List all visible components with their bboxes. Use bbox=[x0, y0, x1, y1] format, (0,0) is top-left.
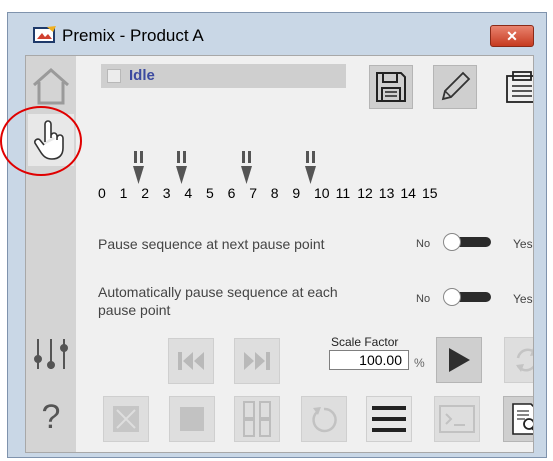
sequence-number: 2 bbox=[141, 185, 149, 201]
split-icon bbox=[243, 401, 271, 437]
save-button[interactable] bbox=[369, 65, 413, 109]
status-text: Idle bbox=[129, 67, 155, 84]
red-annotation-circle bbox=[0, 106, 82, 176]
undo-button[interactable] bbox=[301, 396, 347, 442]
pause-marker-icon[interactable] bbox=[132, 150, 145, 186]
scale-factor-label: Scale Factor bbox=[331, 335, 399, 349]
sequence-number: 0 bbox=[98, 185, 106, 201]
pause-marker-icon[interactable] bbox=[305, 150, 317, 186]
sequence-number: 9 bbox=[292, 185, 301, 201]
option-auto-pause-label-1: Automatically pause sequence at each bbox=[98, 284, 338, 300]
stop-button[interactable] bbox=[169, 396, 215, 442]
terminal-icon bbox=[439, 405, 475, 433]
sequence-number: 12 bbox=[357, 185, 373, 201]
refresh-icon bbox=[516, 348, 533, 372]
main-area: Idle Pause sequence at next pause point … bbox=[76, 56, 533, 452]
pause-marker-icon[interactable] bbox=[240, 150, 253, 186]
option-pause-next-toggle[interactable] bbox=[441, 233, 493, 251]
terminal-button[interactable] bbox=[434, 396, 480, 442]
sequence-number: 14 bbox=[400, 185, 416, 201]
pencil-icon bbox=[441, 71, 471, 101]
sequence-number: 15 bbox=[422, 185, 438, 201]
option-auto-pause-no: No bbox=[416, 293, 431, 305]
home-icon bbox=[33, 67, 69, 105]
option-auto-pause-label-2: pause point bbox=[98, 302, 171, 318]
reset-button[interactable] bbox=[504, 337, 533, 383]
sequence-number: 4 bbox=[184, 185, 193, 201]
pause-button[interactable] bbox=[234, 396, 280, 442]
option-pause-next-no: No bbox=[416, 238, 431, 250]
sequence-number: 13 bbox=[378, 185, 395, 201]
option-pause-next-label: Pause sequence at next pause point bbox=[98, 236, 325, 252]
report-search-icon bbox=[512, 403, 533, 435]
home-button[interactable] bbox=[28, 62, 74, 110]
menu-button[interactable] bbox=[366, 396, 412, 442]
sequence-number: 7 bbox=[249, 185, 257, 201]
rewind-button[interactable] bbox=[168, 338, 214, 384]
help-button[interactable]: ? bbox=[28, 392, 74, 442]
skip-back-icon bbox=[178, 352, 204, 370]
option-auto-pause-toggle[interactable] bbox=[441, 288, 493, 306]
stop-icon bbox=[180, 407, 204, 431]
settings-button[interactable] bbox=[28, 332, 74, 376]
report-button[interactable] bbox=[503, 396, 533, 442]
status-indicator bbox=[107, 69, 121, 83]
sequence-number: 5 bbox=[206, 185, 214, 201]
play-icon bbox=[449, 348, 470, 372]
edit-button[interactable] bbox=[433, 65, 477, 109]
sequence-number: 8 bbox=[270, 185, 279, 201]
premix-window: Premix - Product A ✕ ? Idle Pause sequen… bbox=[7, 12, 547, 458]
sequence-number: 6 bbox=[227, 185, 236, 201]
option-pause-next-yes: Yes bbox=[513, 237, 533, 251]
content-panel: ? Idle Pause sequence at next pause poin… bbox=[25, 55, 534, 453]
menu-icon bbox=[372, 406, 406, 432]
sequence-number: 11 bbox=[335, 185, 351, 201]
scale-factor-input[interactable]: 100.00 bbox=[329, 350, 409, 370]
undo-icon bbox=[312, 407, 337, 433]
start-button[interactable] bbox=[436, 337, 482, 383]
option-auto-pause-yes: Yes bbox=[513, 292, 533, 306]
forward-button[interactable] bbox=[234, 338, 280, 384]
title-bar: Premix - Product A ✕ bbox=[8, 13, 546, 53]
sliders-icon bbox=[34, 339, 68, 369]
skip-forward-icon bbox=[244, 352, 270, 370]
abort-button[interactable] bbox=[103, 396, 149, 442]
scale-factor-unit: % bbox=[414, 356, 425, 370]
clipboard-button[interactable] bbox=[500, 65, 533, 109]
clipboard-icon bbox=[506, 71, 533, 103]
close-button[interactable]: ✕ bbox=[490, 25, 534, 47]
sequence-number: 10 bbox=[314, 185, 330, 201]
status-bar: Idle bbox=[101, 64, 346, 88]
sequence-number: 1 bbox=[119, 185, 128, 201]
save-icon bbox=[376, 72, 406, 102]
sequence-number: 3 bbox=[162, 185, 171, 201]
abort-icon bbox=[113, 406, 139, 432]
app-icon bbox=[33, 26, 56, 43]
pause-marker-icon[interactable] bbox=[175, 150, 188, 186]
window-title: Premix - Product A bbox=[62, 26, 204, 45]
